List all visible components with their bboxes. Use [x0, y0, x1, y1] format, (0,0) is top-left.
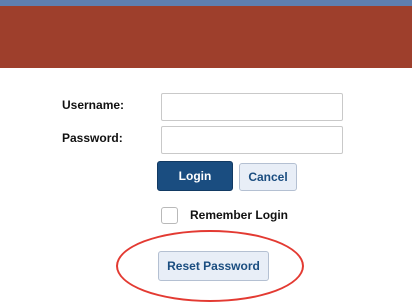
remember-login-label: Remember Login: [190, 208, 289, 222]
password-label: Password:: [62, 131, 123, 145]
remember-login-checkbox[interactable]: [161, 207, 178, 224]
reset-password-button[interactable]: Reset Password: [158, 251, 269, 281]
cancel-button[interactable]: Cancel: [239, 163, 297, 191]
username-label: Username:: [62, 98, 125, 112]
password-input[interactable]: [161, 126, 343, 154]
login-button[interactable]: Login: [157, 161, 233, 191]
username-input[interactable]: [161, 93, 343, 121]
header-banner: [0, 6, 412, 68]
